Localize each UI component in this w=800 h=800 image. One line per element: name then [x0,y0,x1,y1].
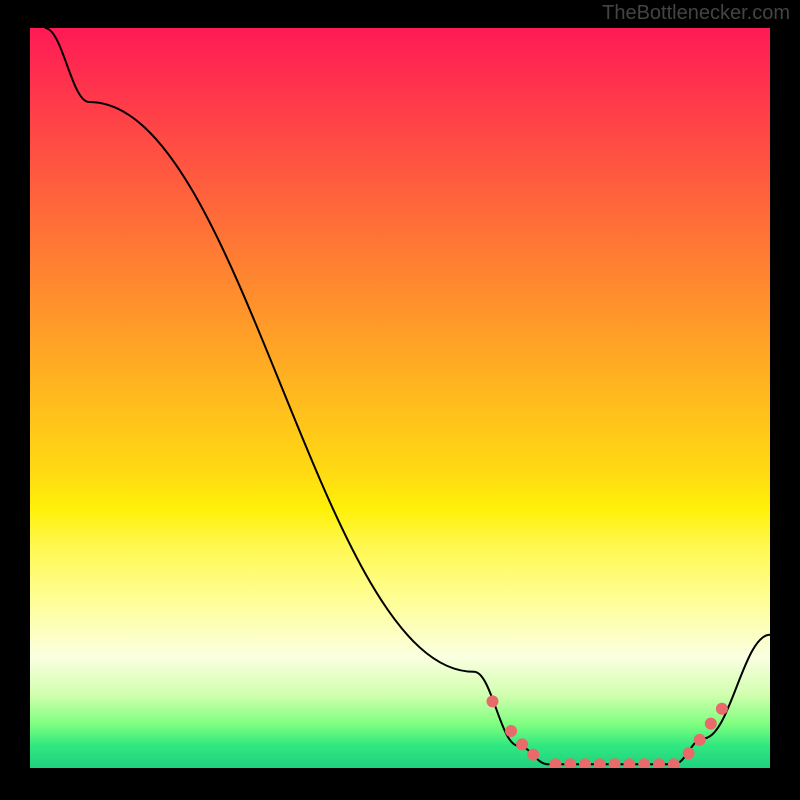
attribution-label: TheBottlenecker.com [602,2,790,25]
data-marker [638,758,650,768]
data-marker [527,749,539,761]
data-marker [683,747,695,759]
data-markers [487,695,728,768]
data-marker [653,758,665,768]
data-marker [549,758,561,768]
chart-svg-layer [30,28,770,768]
data-marker [564,758,576,768]
chart-plot-area [30,28,770,768]
bottleneck-curve [45,28,770,764]
data-marker [694,734,706,746]
data-marker [594,758,606,768]
data-marker [609,758,621,768]
data-marker [579,758,591,768]
data-marker [505,725,517,737]
data-marker [516,738,528,750]
data-marker [705,718,717,730]
data-marker [623,758,635,768]
data-marker [716,703,728,715]
data-marker [668,758,680,768]
data-marker [487,695,499,707]
